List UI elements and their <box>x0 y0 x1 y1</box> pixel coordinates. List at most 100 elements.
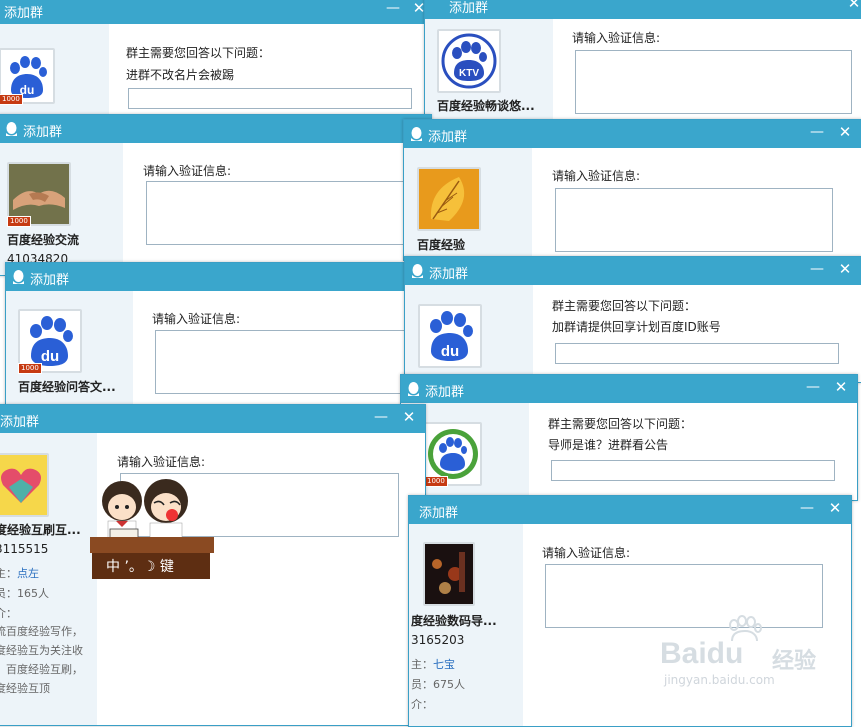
window-title: 添加群 <box>30 273 70 288</box>
verify-message-input[interactable] <box>575 50 852 114</box>
add-group-window: 添加群 — ✕ du 1000 群主需要您回答以下问题： 进群不改名片会被踢 <box>0 0 432 127</box>
qq-penguin-icon <box>408 382 419 396</box>
question-prompt: 群主需要您回答以下问题： <box>552 299 697 313</box>
svg-text:KTV: KTV <box>459 68 479 79</box>
member-level-badge: 1000 <box>0 94 23 105</box>
baidu-jingyan-watermark: Baidu 经验 jingyan.baidu.com <box>660 615 855 695</box>
close-button[interactable]: ✕ <box>401 408 417 426</box>
desk-sign-text: 中 ’。☽ 键 <box>106 559 174 575</box>
verify-prompt: 请输入验证信息: <box>552 169 641 183</box>
close-button[interactable]: ✕ <box>833 378 849 396</box>
window-title: 添加群 <box>4 6 44 21</box>
intro-line: 度经验互顶 <box>0 682 50 695</box>
svg-text:du: du <box>41 348 59 365</box>
group-avatar: 1000 <box>7 162 71 227</box>
question-text: 加群请提供回享计划百度ID账号 <box>552 320 721 334</box>
watermark-url: jingyan.baidu.com <box>664 673 775 687</box>
window-title: 添加群 <box>428 130 468 145</box>
baidu-green-icon <box>428 429 478 479</box>
group-avatar: KTV <box>437 29 501 93</box>
cartoon-sticker: 中 ’。☽ 键 <box>90 473 214 581</box>
window-title: 添加群 <box>449 1 489 16</box>
question-text: 进群不改名片会被踢 <box>126 68 235 82</box>
verify-prompt: 请输入验证信息: <box>572 31 661 45</box>
title-bar[interactable]: 添加群 <box>6 263 431 291</box>
owner-link[interactable]: 七宝 <box>433 658 455 671</box>
question-prompt: 群主需要您回答以下问题： <box>548 417 693 431</box>
close-button[interactable]: ✕ <box>837 260 853 278</box>
answer-input[interactable] <box>555 343 839 364</box>
group-avatar <box>0 453 49 517</box>
watermark-suffix: 经验 <box>772 649 817 674</box>
owner-link[interactable]: 点左 <box>17 567 39 580</box>
add-group-window: 添加群 ✕ KTV 百度经验畅谈悠... 请输入验证信息: <box>424 0 861 122</box>
group-number: 3115515 <box>0 542 49 556</box>
group-name: 度经验互刷互... <box>0 523 81 537</box>
title-bar[interactable]: 添加群 ✕ <box>425 0 861 19</box>
intro-line: 度经验互为关注收 <box>0 644 83 657</box>
minimize-button[interactable]: — <box>799 500 815 518</box>
add-group-window: 添加群 — ✕ 1000 群主需要您回答以下问题： 导师是谁？进群看公告 <box>400 374 858 501</box>
city-night-photo-icon <box>425 544 473 604</box>
answer-input[interactable] <box>128 88 412 109</box>
add-group-window: 添加群 — ✕ du 群主需要您回答以下问题： 加群请提供回享计划百度ID账号 <box>404 256 861 383</box>
intro-label: 介： <box>411 698 433 711</box>
owner-row: 主：七宝 <box>411 658 455 671</box>
title-bar[interactable]: 添加群 — ✕ <box>409 496 851 524</box>
window-title: 添加群 <box>419 506 459 521</box>
verify-message-input[interactable] <box>555 188 833 252</box>
minimize-button[interactable]: — <box>805 379 821 397</box>
window-title: 添加群 <box>425 385 465 400</box>
title-bar[interactable]: 添加群 — ✕ <box>401 375 857 403</box>
window-title: 添加群 <box>0 415 40 430</box>
baidu-paw-icon: du <box>430 311 473 361</box>
verify-message-input[interactable] <box>146 181 414 245</box>
group-avatar <box>423 542 475 606</box>
add-group-window: 添加群 du 1000 百度经验问答文... 请输入验证信息: <box>5 262 432 406</box>
title-bar[interactable]: 添加群 — ✕ <box>404 120 861 148</box>
title-bar[interactable]: 添加群 — ✕ <box>405 257 861 285</box>
group-name: 度经验数码导... <box>411 614 497 628</box>
verify-message-input[interactable] <box>155 330 419 394</box>
group-avatar <box>417 167 481 231</box>
verify-prompt: 请输入验证信息: <box>542 546 631 560</box>
group-number: 3165203 <box>411 633 465 647</box>
heart-logo-icon <box>0 455 47 515</box>
group-avatar: du 1000 <box>18 309 82 374</box>
group-name: 百度经验问答文... <box>18 380 116 394</box>
question-prompt: 群主需要您回答以下问题： <box>126 46 271 60</box>
qq-penguin-icon <box>411 127 422 141</box>
minimize-button[interactable]: — <box>373 409 389 427</box>
group-name: 百度经验交流 <box>7 233 80 247</box>
owner-row: 主：点左 <box>0 567 39 580</box>
minimize-button[interactable]: — <box>809 124 825 142</box>
verify-prompt: 请输入验证信息: <box>152 312 241 326</box>
intro-line: 流百度经验写作， <box>0 625 83 638</box>
minimize-button[interactable]: — <box>809 261 825 279</box>
intro-label: 介： <box>0 607 17 620</box>
svg-text:du: du <box>441 343 459 360</box>
member-level-badge: 1000 <box>7 216 31 227</box>
answer-input[interactable] <box>551 460 835 481</box>
window-title: 添加群 <box>429 267 469 282</box>
qq-penguin-icon <box>6 122 17 136</box>
close-button[interactable]: ✕ <box>837 123 853 141</box>
baidu-paw-icon: du <box>30 316 73 366</box>
minimize-button[interactable]: — <box>385 0 401 18</box>
add-group-window: 添加群 1000 百度经验交流 41034820 请输入验证信息: <box>0 114 432 276</box>
group-name: 百度经验 <box>417 238 466 252</box>
verify-prompt: 请输入验证信息: <box>117 455 206 469</box>
question-text: 导师是谁？进群看公告 <box>548 438 669 452</box>
qq-penguin-icon <box>412 264 423 278</box>
baidu-ktv-icon: KTV <box>441 33 497 89</box>
title-bar[interactable]: 添加群 <box>0 115 431 143</box>
member-count: 员：165人 <box>0 587 49 600</box>
window-title: 添加群 <box>23 125 63 140</box>
autumn-leaf-icon <box>419 169 479 229</box>
intro-line: ，百度经验互刷， <box>0 663 83 676</box>
group-avatar: 1000 <box>424 422 482 487</box>
close-button[interactable]: ✕ <box>846 0 861 12</box>
title-bar[interactable]: 添加群 — ✕ <box>0 405 425 433</box>
title-bar[interactable]: 添加群 — ✕ <box>0 0 431 24</box>
close-button[interactable]: ✕ <box>827 499 843 517</box>
